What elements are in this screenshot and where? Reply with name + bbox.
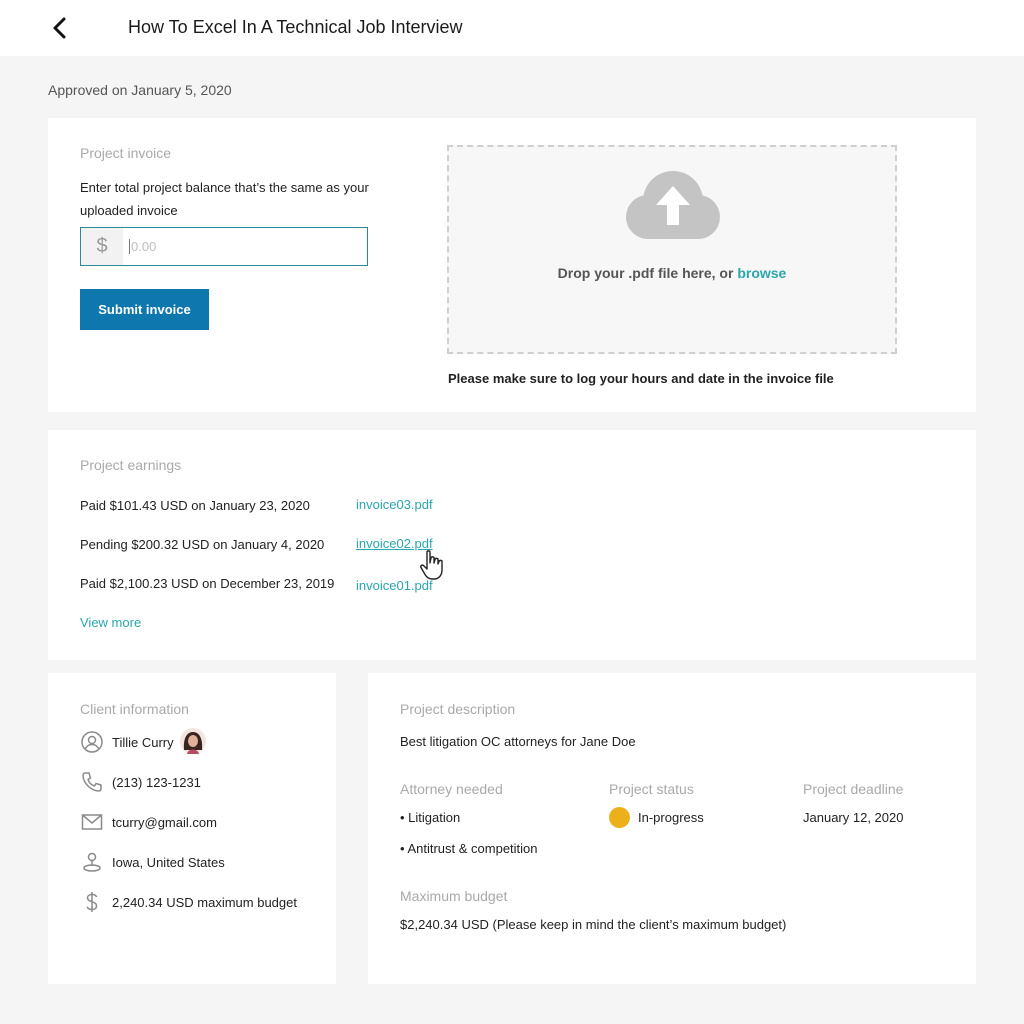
maximum-budget-label: Maximum budget [400,888,508,904]
client-email: tcurry@gmail.com [112,815,217,830]
avatar [180,728,206,754]
project-invoice-card: Project invoice Enter total project bala… [48,118,976,412]
earning-row-text: Pending $200.32 USD on January 4, 2020 [80,537,325,552]
invoice-note: Please make sure to log your hours and d… [448,371,834,386]
client-information-card: Client information Tillie Curry (213) 12… [48,673,336,984]
attorney-item: • Litigation [400,810,461,825]
hand-pointer-icon [420,550,443,580]
project-status-label: Project status [609,781,694,797]
project-deadline-value: January 12, 2020 [803,810,904,825]
approved-date: Approved on January 5, 2020 [48,82,232,98]
cloud-upload-icon [626,171,720,239]
section-title-earnings: Project earnings [80,457,182,473]
project-deadline-label: Project deadline [803,781,904,797]
amount-field: $ [80,227,368,266]
back-button[interactable] [46,14,74,42]
project-earnings-card: Project earnings Paid $101.43 USD on Jan… [48,430,976,660]
location-pin-icon [83,852,101,872]
user-icon [81,731,103,753]
submit-invoice-button[interactable]: Submit invoice [80,289,209,330]
attorney-needed-label: Attorney needed [400,781,503,797]
phone-icon [82,772,102,792]
invoice-instruction: Enter total project balance that’s the s… [80,180,369,218]
chevron-left-icon [53,17,66,39]
text-cursor [129,239,130,254]
dropzone-text: Drop your .pdf file here, or browse [449,265,895,281]
browse-link[interactable]: browse [737,265,786,281]
page-title: How To Excel In A Technical Job Intervie… [128,17,463,37]
view-more-link[interactable]: View more [80,615,141,630]
client-phone: (213) 123-1231 [112,775,201,790]
dropzone-label: Drop your .pdf file here, or [557,265,734,281]
project-status-value: In-progress [638,810,704,825]
mail-icon [81,814,103,830]
earning-row-text: Paid $2,100.23 USD on December 23, 2019 [80,576,335,591]
status-indicator [609,807,630,828]
attorney-item: • Antitrust & competition [400,841,538,856]
project-description-text: Best litigation OC attorneys for Jane Do… [400,734,636,749]
earning-row-text: Paid $101.43 USD on January 23, 2020 [80,498,310,513]
dollar-icon [86,892,98,912]
client-location: Iowa, United States [112,855,225,870]
invoice-file-link[interactable]: invoice03.pdf [356,497,433,512]
section-title-description: Project description [400,701,516,717]
currency-prefix: $ [81,228,123,265]
project-description-card: Project description Best litigation OC a… [368,673,976,984]
top-bar: How To Excel In A Technical Job Intervie… [0,0,1024,56]
invoice-amount-input[interactable] [131,228,361,265]
pdf-dropzone[interactable]: Drop your .pdf file here, or browse [447,145,897,354]
client-budget: 2,240.34 USD maximum budget [112,895,297,910]
section-title-client: Client information [80,701,189,717]
section-title-invoice: Project invoice [80,145,172,161]
maximum-budget-value: $2,240.34 USD (Please keep in mind the c… [400,917,787,932]
dollar-icon: $ [96,235,108,257]
client-name: Tillie Curry [112,735,174,750]
